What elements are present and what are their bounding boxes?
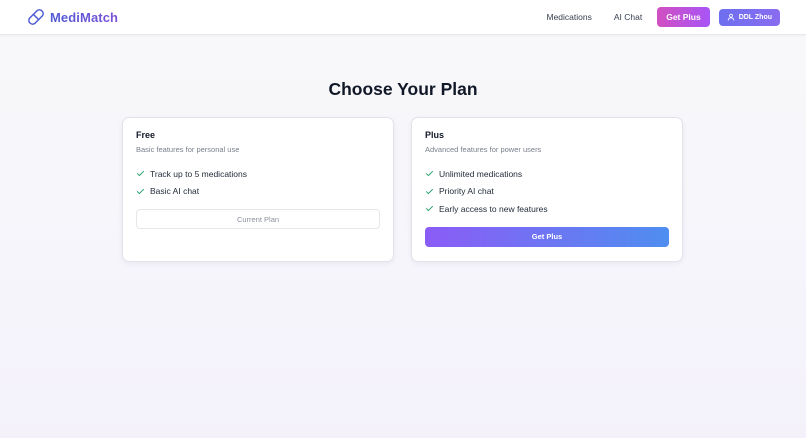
feature-item: Track up to 5 medications [136, 165, 380, 183]
feature-item: Early access to new features [425, 200, 669, 218]
user-menu-button[interactable]: DDL Zhou [718, 8, 780, 26]
plan-card-free: Free Basic features for personal use Tra… [122, 117, 394, 262]
feature-item: Priority AI chat [425, 183, 669, 201]
plan-card-plus: Plus Advanced features for power users U… [411, 117, 683, 262]
feature-text: Early access to new features [439, 203, 548, 214]
nav-menu: Medications AI Chat Get Plus DDL Zhou [546, 7, 780, 27]
plan-name: Free [136, 130, 156, 140]
top-navbar: MediMatch Medications AI Chat Get Plus D… [0, 0, 806, 35]
brand-name: MediMatch [50, 9, 119, 25]
feature-item: Basic AI chat [136, 183, 380, 201]
plan-name: Plus [425, 130, 445, 140]
plan-description: Advanced features for power users [425, 145, 542, 154]
check-icon [136, 187, 145, 196]
feature-text: Track up to 5 medications [150, 168, 248, 179]
pill-icon [27, 8, 45, 26]
feature-list: Track up to 5 medications Basic AI chat [136, 165, 380, 200]
feature-item: Unlimited medications [425, 165, 669, 183]
check-icon [425, 187, 434, 196]
user-icon [727, 13, 735, 21]
check-icon [425, 204, 434, 213]
get-plus-nav-button[interactable]: Get Plus [657, 7, 710, 27]
brand[interactable]: MediMatch [27, 8, 118, 26]
check-icon [136, 169, 145, 178]
feature-text: Priority AI chat [439, 186, 494, 197]
page-title: Choose Your Plan [328, 79, 478, 99]
feature-list: Unlimited medications Priority AI chat E… [425, 165, 669, 218]
plan-description: Basic features for personal use [136, 145, 240, 154]
feature-text: Unlimited medications [439, 168, 523, 179]
nav-link-ai-chat[interactable]: AI Chat [614, 12, 642, 22]
nav-link-medications[interactable]: Medications [546, 12, 591, 22]
feature-text: Basic AI chat [150, 186, 200, 197]
get-plus-button[interactable]: Get Plus [425, 226, 669, 247]
current-plan-button[interactable]: Current Plan [136, 209, 380, 229]
user-name: DDL Zhou [738, 13, 772, 21]
check-icon [425, 169, 434, 178]
